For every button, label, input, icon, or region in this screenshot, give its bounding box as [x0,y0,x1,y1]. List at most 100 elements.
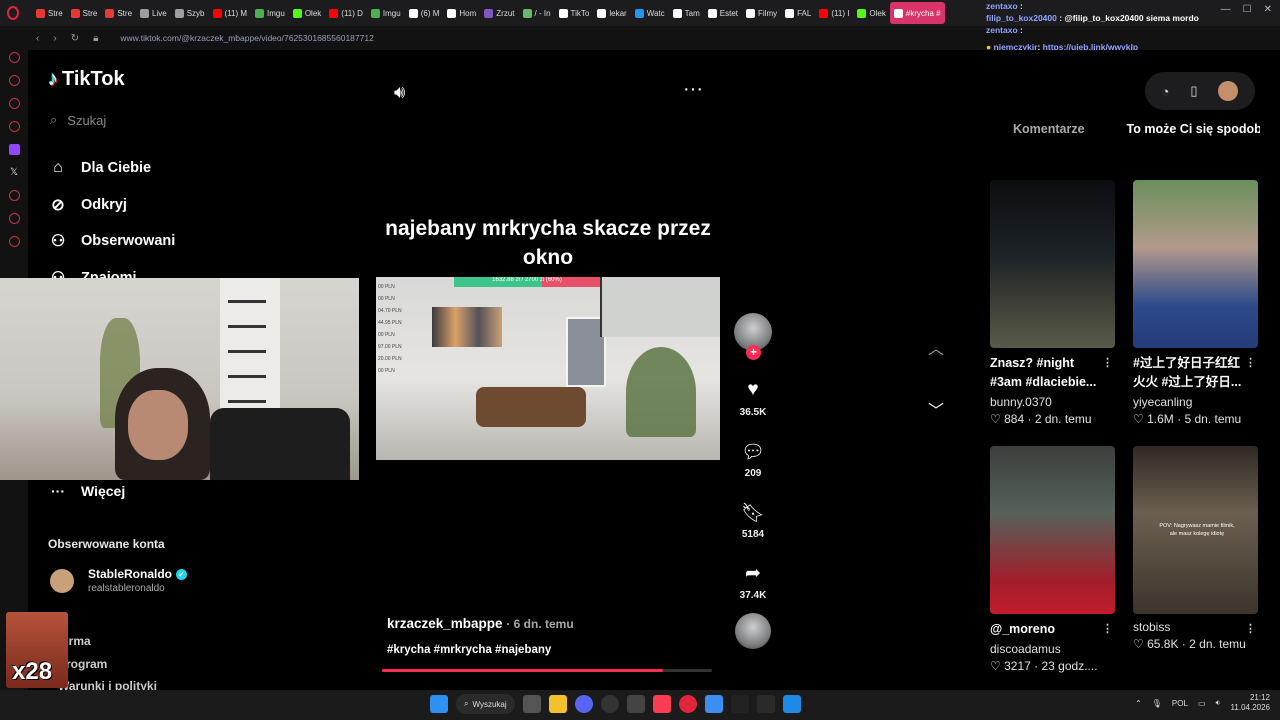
nav-item-following[interactable]: ⚇ Obserwowani [48,223,175,260]
browser-tab[interactable]: #krycha # [889,2,945,24]
video-hashtags[interactable]: #krycha #mrkrycha #najebany [387,644,551,656]
browser-tab[interactable]: (11) D [325,2,367,24]
browser-tab[interactable]: (6) M [405,2,444,24]
epic-games-icon[interactable] [730,695,749,713]
sidebar-twitch-icon[interactable] [8,144,20,155]
discord-icon[interactable] [574,695,593,713]
sound-avatar[interactable] [735,613,771,649]
sidebar-bag-icon[interactable] [8,75,20,86]
search-input[interactable]: ⌕ Szukaj [42,105,212,135]
app-icon[interactable] [626,695,645,713]
taskbar-search[interactable]: ⌕ Wyszukaj [456,694,515,714]
file-explorer-icon[interactable] [548,695,567,713]
like-button[interactable]: ♥ 36.5K [740,379,767,418]
browser-tab[interactable]: Stre [67,2,102,24]
video-thumbnail[interactable] [1133,180,1258,348]
tab-comments[interactable]: Komentarze [980,122,1085,152]
video-card[interactable]: POV: Nagrywasz mamie filmik, ale masz ko… [1133,446,1258,651]
more-icon[interactable]: ⋮ [1102,620,1113,639]
activity-icon[interactable]: ◔ [1161,84,1169,99]
volume-icon[interactable]: 🔉︎ [1216,698,1221,708]
mic-icon[interactable]: 🎙︎ [1152,699,1162,708]
follow-plus-icon[interactable]: + [746,345,761,360]
sidebar-clock-icon[interactable] [8,190,20,201]
footer-link[interactable]: Firma [58,630,157,653]
footer-link[interactable]: Program [58,653,157,676]
video-card[interactable]: #过上了好日子红红火火 #过上了好日... ⋮ yiyecanling ♡ 1.6… [1133,180,1258,426]
browser-tab[interactable]: Stre [32,2,67,24]
creator-avatar[interactable]: + [734,313,772,360]
sidebar-download-icon[interactable] [8,236,20,247]
share-button[interactable]: ➦ 37.4K [740,562,767,601]
browser-tab[interactable]: Olek [853,2,889,24]
browser-tab[interactable]: Imgu [251,2,289,24]
clock[interactable]: 21:12 11.04.2026 [1231,693,1270,713]
chevron-up-icon[interactable]: ⌃ [1135,699,1142,708]
browser-tab[interactable]: TikTo [555,2,594,24]
reload-icon[interactable]: ↻ [71,33,79,44]
browser-tab[interactable]: lekar [593,2,630,24]
task-view-icon[interactable] [522,695,541,713]
browser-tab[interactable]: Olek [289,2,325,24]
browser-tab[interactable]: Imgu [367,2,405,24]
phone-icon[interactable]: ▯ [1190,83,1197,99]
more-icon[interactable]: ⋮ [1245,354,1256,373]
browser-tab[interactable]: Watc [631,2,669,24]
video-card[interactable]: @_moreno ⋮ discoadamus ♡ 3217 · 23 godz..… [990,446,1115,673]
browser-tab[interactable]: Hom [443,2,480,24]
sidebar-history-icon[interactable] [8,52,20,63]
sidebar-messenger-icon[interactable] [8,98,20,109]
nav-item-for-you[interactable]: ⌂ Dla Ciebie [48,150,175,187]
tiktok-logo[interactable]: ♪ TikTok [48,68,125,91]
app-icon[interactable] [782,695,801,713]
video-thumbnail[interactable]: POV: Nagrywasz mamie filmik, ale masz ko… [1133,446,1258,614]
language-indicator[interactable]: POL [1172,699,1188,708]
terminal-icon[interactable] [756,695,775,713]
video-player[interactable]: 1632.88 zł / 2700 zł (60%) 00 PLN 00 PLN 0… [376,277,720,460]
browser-tab[interactable]: Estet [704,2,742,24]
network-icon[interactable]: ▭ [1198,699,1206,708]
browser-tab[interactable]: (11) M [209,2,252,24]
followed-account[interactable]: StableRonaldo ✓ realstableronaldo [50,567,188,594]
browser-tab[interactable]: / - In [519,2,555,24]
music-icon[interactable] [652,695,671,713]
tab-recommended[interactable]: To może Ci się spodobać [1085,122,1260,152]
video-thumbnail[interactable] [990,180,1115,348]
browser-tab[interactable]: Szyb [171,2,209,24]
card-user[interactable]: stobiss [1133,620,1258,634]
sidebar-x-icon[interactable]: 𝕏 [9,167,20,178]
sidebar-bookmark-icon[interactable] [8,213,20,224]
opera-icon[interactable] [678,695,697,713]
card-user[interactable]: discoadamus [990,642,1115,656]
profile-avatar[interactable] [1218,81,1239,101]
opera-logo-icon[interactable] [0,0,26,26]
nav-item-explore[interactable]: ⊘ Odkryj [48,187,175,224]
windows-start-icon[interactable] [430,695,448,713]
card-user[interactable]: bunny.0370 [990,395,1115,409]
video-card[interactable]: Znasz? #night #3am #dlaciebie... ⋮ bunny.… [990,180,1115,426]
more-icon[interactable]: ⋮ [1245,620,1256,639]
forward-icon[interactable]: › [53,33,56,44]
author-name[interactable]: krzaczek_mbappe [387,616,503,631]
browser-tab[interactable]: Stre [101,2,136,24]
url-field[interactable]: www.tiktok.com/@krzaczek_mbappe/video/76… [120,33,373,43]
video-thumbnail[interactable] [990,446,1115,614]
browser-tab[interactable]: Live [136,2,171,24]
video-progress[interactable] [382,669,712,672]
card-user[interactable]: yiyecanling [1133,395,1258,409]
browser-tab[interactable]: Tam [669,2,704,24]
back-icon[interactable]: ‹ [36,33,39,44]
video-author[interactable]: krzaczek_mbappe · 6 dn. temu [387,616,574,631]
nav-item-more[interactable]: ··· Więcej [48,483,125,499]
more-icon[interactable]: ⋮ [1102,354,1113,373]
comment-button[interactable]: 💬︎ 209 [741,440,765,479]
video-options-icon[interactable]: ··· [683,78,703,101]
browser-tab[interactable]: (11) I [815,2,853,24]
volume-icon[interactable]: 🔊︎ [394,82,405,103]
browser-tab[interactable]: Zrzut [480,2,518,24]
browser-tab[interactable]: Filmy [742,2,781,24]
save-button[interactable]: 🔖︎ 5184 [741,501,765,540]
notepad-icon[interactable] [704,695,723,713]
browser-tab[interactable]: FAL [781,2,815,24]
chevron-down-icon[interactable]: ﹀ [928,397,944,421]
